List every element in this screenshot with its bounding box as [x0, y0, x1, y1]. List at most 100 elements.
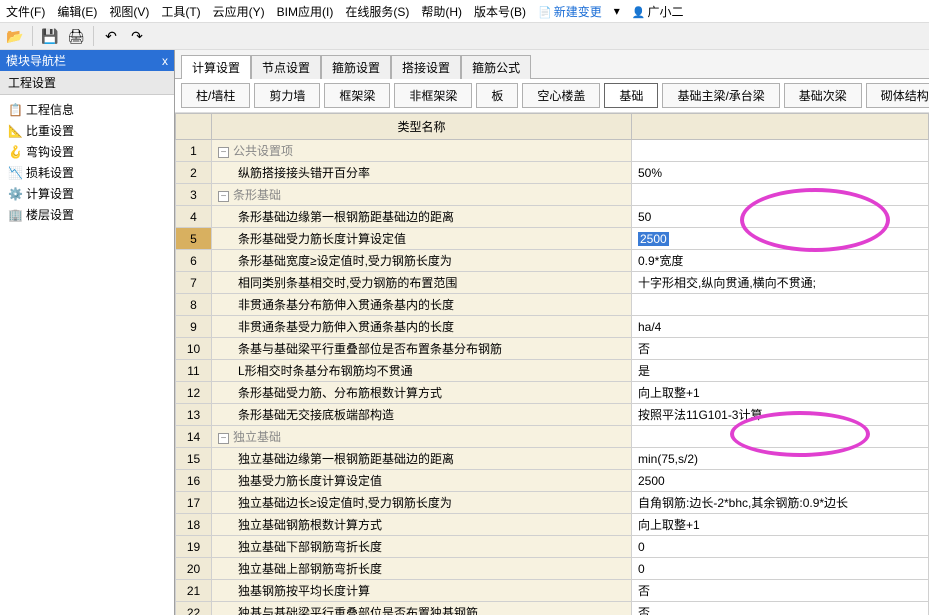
menu-bim[interactable]: BIM应用(I)	[277, 3, 334, 20]
row-number[interactable]: 10	[176, 338, 212, 360]
undo-icon[interactable]: ↶	[100, 25, 122, 47]
row-number[interactable]: 18	[176, 514, 212, 536]
row-value[interactable]: 向上取整+1	[632, 514, 929, 536]
menu-version[interactable]: 版本号(B)	[474, 3, 526, 20]
row-value[interactable]: 自角钢筋:边长-2*bhc,其余钢筋:0.9*边长	[632, 492, 929, 514]
row-value[interactable]: 50%	[632, 162, 929, 184]
subtab-4[interactable]: 板	[476, 83, 518, 108]
row-number[interactable]: 13	[176, 404, 212, 426]
subtab-5[interactable]: 空心楼盖	[522, 83, 600, 108]
row-value[interactable]: 2500	[632, 470, 929, 492]
table-row[interactable]: 18独立基础钢筋根数计算方式向上取整+1	[176, 514, 929, 536]
row-value[interactable]: ha/4	[632, 316, 929, 338]
subtab-3[interactable]: 非框架梁	[394, 83, 472, 108]
row-number[interactable]: 17	[176, 492, 212, 514]
row-value[interactable]	[632, 140, 929, 162]
row-number[interactable]: 9	[176, 316, 212, 338]
table-row[interactable]: 8非贯通条基分布筋伸入贯通条基内的长度	[176, 294, 929, 316]
sidebar-item-2[interactable]: 🪝弯钩设置	[0, 141, 174, 162]
table-row[interactable]: 10条基与基础梁平行重叠部位是否布置条基分布钢筋否	[176, 338, 929, 360]
row-value[interactable]: 向上取整+1	[632, 382, 929, 404]
table-row[interactable]: 21独基钢筋按平均长度计算否	[176, 580, 929, 602]
collapse-icon[interactable]: −	[218, 191, 229, 202]
table-row[interactable]: 13条形基础无交接底板端部构造按照平法11G101-3计算	[176, 404, 929, 426]
row-value[interactable]	[632, 426, 929, 448]
row-value[interactable]: 是	[632, 360, 929, 382]
menu-online[interactable]: 在线服务(S)	[345, 3, 409, 20]
table-row[interactable]: 22独基与基础梁平行重叠部位是否布置独基钢筋否	[176, 602, 929, 615]
table-row[interactable]: 3−条形基础	[176, 184, 929, 206]
table-row[interactable]: 14−独立基础	[176, 426, 929, 448]
table-row[interactable]: 9非贯通条基受力筋伸入贯通条基内的长度ha/4	[176, 316, 929, 338]
menu-edit[interactable]: 编辑(E)	[57, 3, 97, 20]
sidebar-item-1[interactable]: 📐比重设置	[0, 120, 174, 141]
user-label[interactable]: 广小二	[632, 3, 684, 20]
table-row[interactable]: 5条形基础受力筋长度计算设定值2500	[176, 228, 929, 250]
table-row[interactable]: 4条形基础边缘第一根钢筋距基础边的距离50	[176, 206, 929, 228]
tab-2[interactable]: 箍筋设置	[321, 55, 391, 79]
row-number[interactable]: 3	[176, 184, 212, 206]
table-row[interactable]: 20独立基础上部钢筋弯折长度0	[176, 558, 929, 580]
row-number[interactable]: 7	[176, 272, 212, 294]
table-row[interactable]: 12条形基础受力筋、分布筋根数计算方式向上取整+1	[176, 382, 929, 404]
row-number[interactable]: 21	[176, 580, 212, 602]
table-row[interactable]: 1−公共设置项	[176, 140, 929, 162]
menu-cloud[interactable]: 云应用(Y)	[213, 3, 265, 20]
print-icon[interactable]: 🖨	[65, 25, 87, 47]
tab-1[interactable]: 节点设置	[251, 55, 321, 79]
subtab-8[interactable]: 基础次梁	[784, 83, 862, 108]
table-row[interactable]: 11L形相交时条基分布钢筋均不贯通是	[176, 360, 929, 382]
table-row[interactable]: 19独立基础下部钢筋弯折长度0	[176, 536, 929, 558]
row-number[interactable]: 15	[176, 448, 212, 470]
new-change-button[interactable]: 新建变更	[538, 3, 602, 20]
row-value[interactable]: min(75,s/2)	[632, 448, 929, 470]
row-number[interactable]: 22	[176, 602, 212, 615]
row-number[interactable]: 1	[176, 140, 212, 162]
menu-help[interactable]: 帮助(H)	[421, 3, 462, 20]
row-value[interactable]: 按照平法11G101-3计算	[632, 404, 929, 426]
sidebar-tab[interactable]: 工程设置	[0, 71, 174, 95]
row-number[interactable]: 20	[176, 558, 212, 580]
row-number[interactable]: 6	[176, 250, 212, 272]
sidebar-close-icon[interactable]: x	[162, 54, 168, 68]
tab-3[interactable]: 搭接设置	[391, 55, 461, 79]
row-value[interactable]: 否	[632, 580, 929, 602]
save-icon[interactable]: 💾	[39, 25, 61, 47]
tab-4[interactable]: 箍筋公式	[461, 55, 531, 79]
row-value[interactable]: 0.9*宽度	[632, 250, 929, 272]
row-value[interactable]: 0	[632, 536, 929, 558]
row-value[interactable]: 2500	[632, 228, 929, 250]
sidebar-item-4[interactable]: ⚙️计算设置	[0, 183, 174, 204]
row-number[interactable]: 16	[176, 470, 212, 492]
row-value[interactable]: 十字形相交,纵向贯通,横向不贯通;	[632, 272, 929, 294]
row-number[interactable]: 4	[176, 206, 212, 228]
row-number[interactable]: 5	[176, 228, 212, 250]
row-number[interactable]: 11	[176, 360, 212, 382]
open-icon[interactable]: 📂	[4, 25, 26, 47]
sidebar-item-3[interactable]: 📉损耗设置	[0, 162, 174, 183]
row-number[interactable]: 19	[176, 536, 212, 558]
table-row[interactable]: 16独基受力筋长度计算设定值2500	[176, 470, 929, 492]
table-row[interactable]: 7相同类别条基相交时,受力钢筋的布置范围十字形相交,纵向贯通,横向不贯通;	[176, 272, 929, 294]
collapse-icon[interactable]: −	[218, 147, 229, 158]
table-row[interactable]: 15独立基础边缘第一根钢筋距基础边的距离min(75,s/2)	[176, 448, 929, 470]
menu-file[interactable]: 文件(F)	[6, 3, 45, 20]
row-value[interactable]	[632, 184, 929, 206]
row-number[interactable]: 2	[176, 162, 212, 184]
row-number[interactable]: 12	[176, 382, 212, 404]
table-row[interactable]: 6条形基础宽度≥设定值时,受力钢筋长度为0.9*宽度	[176, 250, 929, 272]
sidebar-item-0[interactable]: 📋工程信息	[0, 99, 174, 120]
tab-0[interactable]: 计算设置	[181, 55, 251, 79]
sidebar-item-5[interactable]: 🏢楼层设置	[0, 204, 174, 225]
menu-view[interactable]: 视图(V)	[109, 3, 149, 20]
subtab-9[interactable]: 砌体结构	[866, 83, 929, 108]
subtab-1[interactable]: 剪力墙	[254, 83, 320, 108]
row-value[interactable]	[632, 294, 929, 316]
subtab-7[interactable]: 基础主梁/承台梁	[662, 83, 779, 108]
row-number[interactable]: 8	[176, 294, 212, 316]
row-number[interactable]: 14	[176, 426, 212, 448]
menu-tool[interactable]: 工具(T)	[161, 3, 200, 20]
row-value[interactable]: 否	[632, 602, 929, 615]
redo-icon[interactable]: ↷	[126, 25, 148, 47]
subtab-2[interactable]: 框架梁	[324, 83, 390, 108]
